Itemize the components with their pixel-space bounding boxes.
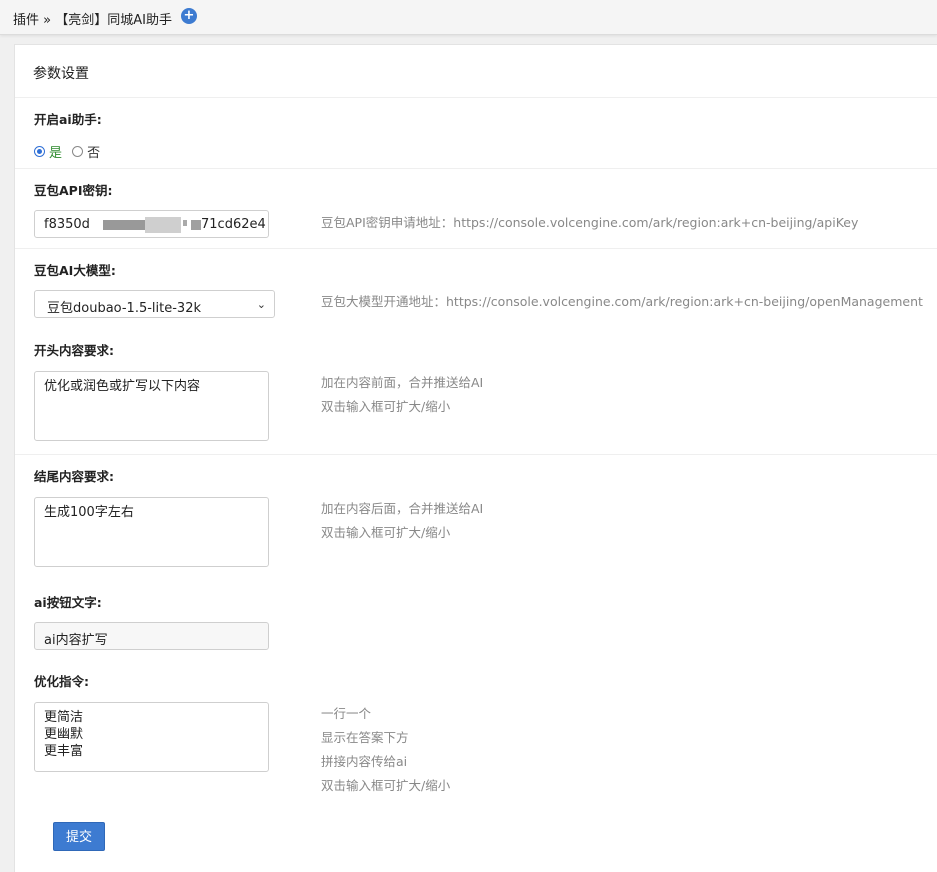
chevron-down-icon: ⌄ (256, 298, 266, 311)
button-text-input[interactable]: ai内容扩写 (34, 622, 269, 650)
redaction-mask (145, 217, 181, 233)
divider (15, 454, 937, 455)
button-text-label: ai按钮文字: (34, 595, 102, 610)
suffix-help-line-2: 双击输入框可扩大/缩小 (321, 525, 451, 540)
prefix-label: 开头内容要求: (34, 343, 114, 358)
model-label: 豆包AI大模型: (34, 263, 116, 278)
redaction-mask (103, 220, 145, 230)
command-line: 更丰富 (44, 744, 84, 759)
divider (15, 168, 937, 169)
enable-ai-yes-label[interactable]: 是 (49, 142, 62, 161)
commands-help-line-2: 显示在答案下方 (321, 730, 409, 745)
prefix-help-line-1: 加在内容前面，合并推送给AI (321, 375, 484, 390)
prefix-help-line-2: 双击输入框可扩大/缩小 (321, 399, 451, 414)
suffix-label: 结尾内容要求: (34, 469, 114, 484)
panel-title: 参数设置 (33, 66, 89, 82)
breadcrumb: 插件 » 【亮剑】同城AI助手 (13, 13, 172, 28)
top-bar: 插件 » 【亮剑】同城AI助手 + (0, 0, 937, 35)
command-line: 更简洁 (44, 710, 84, 725)
api-key-value-start: f8350d (44, 217, 90, 232)
redaction-mask (188, 215, 190, 235)
commands-help-line-3: 拼接内容传给ai (321, 754, 408, 769)
suffix-textarea[interactable]: 生成100字左右 (34, 497, 269, 567)
commands-help-line-4: 双击输入框可扩大/缩小 (321, 778, 451, 793)
plus-circle-icon[interactable]: + (181, 8, 197, 24)
enable-ai-radio-group: 是 否 (34, 142, 106, 161)
commands-help-line-1: 一行一个 (321, 706, 372, 721)
divider (15, 97, 937, 98)
model-select[interactable]: 豆包doubao-1.5-lite-32k ⌄ (34, 290, 275, 318)
redaction-mask (191, 220, 201, 230)
command-line: 更幽默 (44, 727, 84, 742)
settings-panel: 参数设置 开启ai助手: 是 否 豆包API密钥: f8350d 71cd62e… (14, 44, 937, 872)
submit-button[interactable]: 提交 (53, 822, 105, 851)
api-key-label: 豆包API密钥: (34, 183, 113, 198)
api-key-input[interactable]: f8350d 71cd62e4 (34, 210, 269, 238)
enable-ai-yes-radio[interactable] (34, 146, 45, 157)
model-help: 豆包大模型开通地址：https://console.volcengine.com… (321, 294, 923, 309)
divider (15, 248, 937, 249)
model-selected-value: 豆包doubao-1.5-lite-32k (47, 301, 201, 316)
suffix-help-line-1: 加在内容后面，合并推送给AI (321, 501, 484, 516)
commands-label: 优化指令: (34, 674, 89, 689)
enable-ai-no-label[interactable]: 否 (87, 142, 100, 161)
api-key-value-end: 71cd62e4 (201, 217, 266, 232)
api-key-help: 豆包API密钥申请地址：https://console.volcengine.c… (321, 215, 859, 230)
prefix-textarea[interactable]: 优化或润色或扩写以下内容 (34, 371, 269, 441)
commands-textarea[interactable]: 更简洁 更幽默 更丰富 (34, 702, 269, 772)
enable-ai-label: 开启ai助手: (34, 112, 102, 127)
enable-ai-no-radio[interactable] (72, 146, 84, 157)
redaction-mask (183, 220, 187, 226)
